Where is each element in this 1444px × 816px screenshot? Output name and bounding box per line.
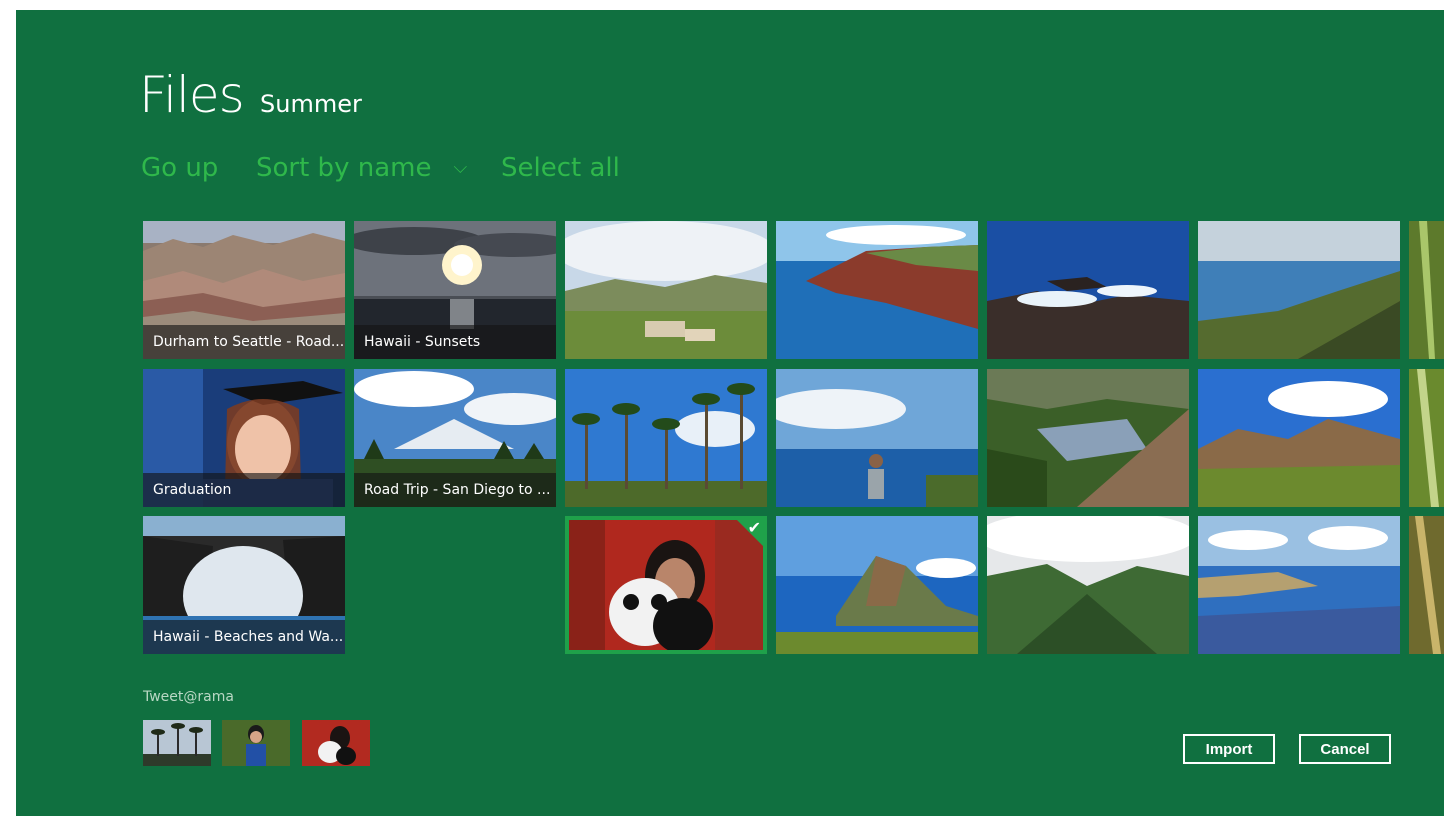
- basket-item[interactable]: [302, 720, 370, 766]
- photo-tile[interactable]: [1409, 369, 1444, 507]
- basket-item[interactable]: [222, 720, 290, 766]
- palm-frond-thumbnail: [1409, 369, 1444, 507]
- photo-tile[interactable]: [776, 516, 978, 654]
- man-by-sea-thumbnail: [776, 369, 978, 507]
- photo-tile[interactable]: [987, 369, 1189, 507]
- photo-tile[interactable]: [776, 369, 978, 507]
- page-title: Files: [139, 66, 245, 124]
- photo-tile[interactable]: [1409, 221, 1444, 359]
- dry-hills-thumbnail: [1198, 369, 1400, 507]
- basket-palms-thumbnail: [143, 720, 211, 766]
- chevron-down-icon: ⌵: [453, 157, 468, 178]
- photo-tile[interactable]: [1409, 516, 1444, 654]
- palm-frond-thumbnail: [1409, 516, 1444, 654]
- folder-label: Graduation: [143, 473, 345, 507]
- photo-tile[interactable]: [987, 221, 1189, 359]
- palm-trees-thumbnail: [565, 369, 767, 507]
- folder-tile[interactable]: Durham to Seattle - Road...: [143, 221, 345, 359]
- select-all-button[interactable]: Select all: [501, 153, 620, 183]
- green-valley-thumbnail: [987, 516, 1189, 654]
- basket-panda-thumbnail: [302, 720, 370, 766]
- sort-label: Sort by name: [256, 153, 432, 183]
- photo-tile[interactable]: [776, 221, 978, 359]
- photo-tile-selected[interactable]: ✔: [565, 516, 767, 654]
- go-up-button[interactable]: Go up: [141, 153, 218, 183]
- current-folder[interactable]: Summer: [260, 90, 362, 118]
- folder-tile[interactable]: Graduation: [143, 369, 345, 507]
- photo-tile[interactable]: [565, 369, 767, 507]
- check-icon: ✔: [747, 518, 761, 537]
- basket-item[interactable]: [143, 720, 211, 766]
- folder-label: Durham to Seattle - Road...: [143, 325, 345, 359]
- folder-tile[interactable]: Hawaii - Sunsets: [354, 221, 556, 359]
- photo-tile[interactable]: [1198, 221, 1400, 359]
- photo-tile[interactable]: [1198, 369, 1400, 507]
- folder-tile[interactable]: Hawaii - Beaches and Wa...: [143, 516, 345, 654]
- folder-label: Road Trip - San Diego to ...: [354, 473, 556, 507]
- import-button[interactable]: Import: [1183, 734, 1275, 764]
- folder-tile[interactable]: Road Trip - San Diego to ...: [354, 369, 556, 507]
- cancel-button[interactable]: Cancel: [1299, 734, 1391, 764]
- photo-tile[interactable]: [565, 221, 767, 359]
- photo-tile[interactable]: [987, 516, 1189, 654]
- headland-thumbnail: [776, 516, 978, 654]
- folder-label: Hawaii - Sunsets: [354, 325, 556, 359]
- sort-by-dropdown[interactable]: Sort by name ⌵: [256, 153, 467, 183]
- basket-label: Tweet@rama: [143, 689, 234, 705]
- palm-frond-thumbnail: [1409, 221, 1444, 359]
- coast-cliff-thumbnail: [776, 221, 978, 359]
- beach-bay-thumbnail: [1198, 516, 1400, 654]
- bay-overlook-thumbnail: [1198, 221, 1400, 359]
- valley-resort-thumbnail: [565, 221, 767, 359]
- folder-label: Hawaii - Beaches and Wa...: [143, 620, 345, 654]
- file-picker-screen: Files Summer Go up Sort by name ⌵ Select …: [16, 10, 1444, 816]
- green-cliffs-thumbnail: [987, 369, 1189, 507]
- basket-person-trees-thumbnail: [222, 720, 290, 766]
- rocky-shore-thumbnail: [987, 221, 1189, 359]
- photo-tile[interactable]: [1198, 516, 1400, 654]
